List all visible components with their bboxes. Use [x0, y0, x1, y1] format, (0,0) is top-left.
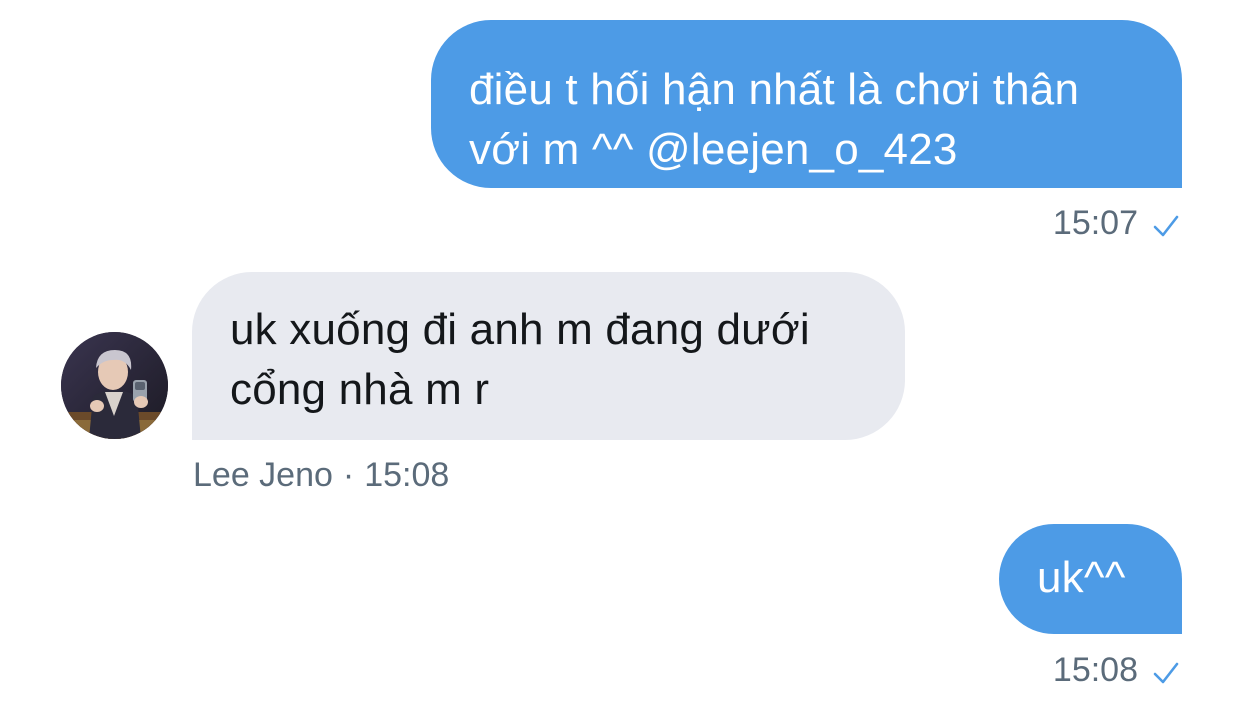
message-meta: Lee Jeno · 15:08: [193, 455, 449, 495]
avatar-photo: [61, 332, 168, 439]
outgoing-message-bubble[interactable]: điều t hối hận nhất là chơi thân với m ^…: [431, 20, 1182, 188]
outgoing-message-bubble[interactable]: uk^^: [999, 524, 1182, 634]
message-timestamp: 15:07: [1052, 204, 1138, 242]
message-timestamp: 15:08: [1052, 651, 1138, 689]
message-timestamp: 15:08: [364, 456, 450, 494]
message-thread: điều t hối hận nhất là chơi thân với m ^…: [0, 0, 1242, 703]
check-icon: [1152, 209, 1180, 237]
meta-separator: ·: [342, 456, 355, 494]
message-meta: 15:08: [1053, 650, 1180, 690]
sender-name[interactable]: Lee Jeno: [193, 455, 333, 495]
message-meta: 15:07: [1053, 203, 1180, 243]
check-icon: [1152, 656, 1180, 684]
incoming-message-bubble[interactable]: uk xuống đi anh m đang dưới cổng nhà m r: [192, 272, 905, 440]
sender-avatar[interactable]: [61, 332, 168, 439]
